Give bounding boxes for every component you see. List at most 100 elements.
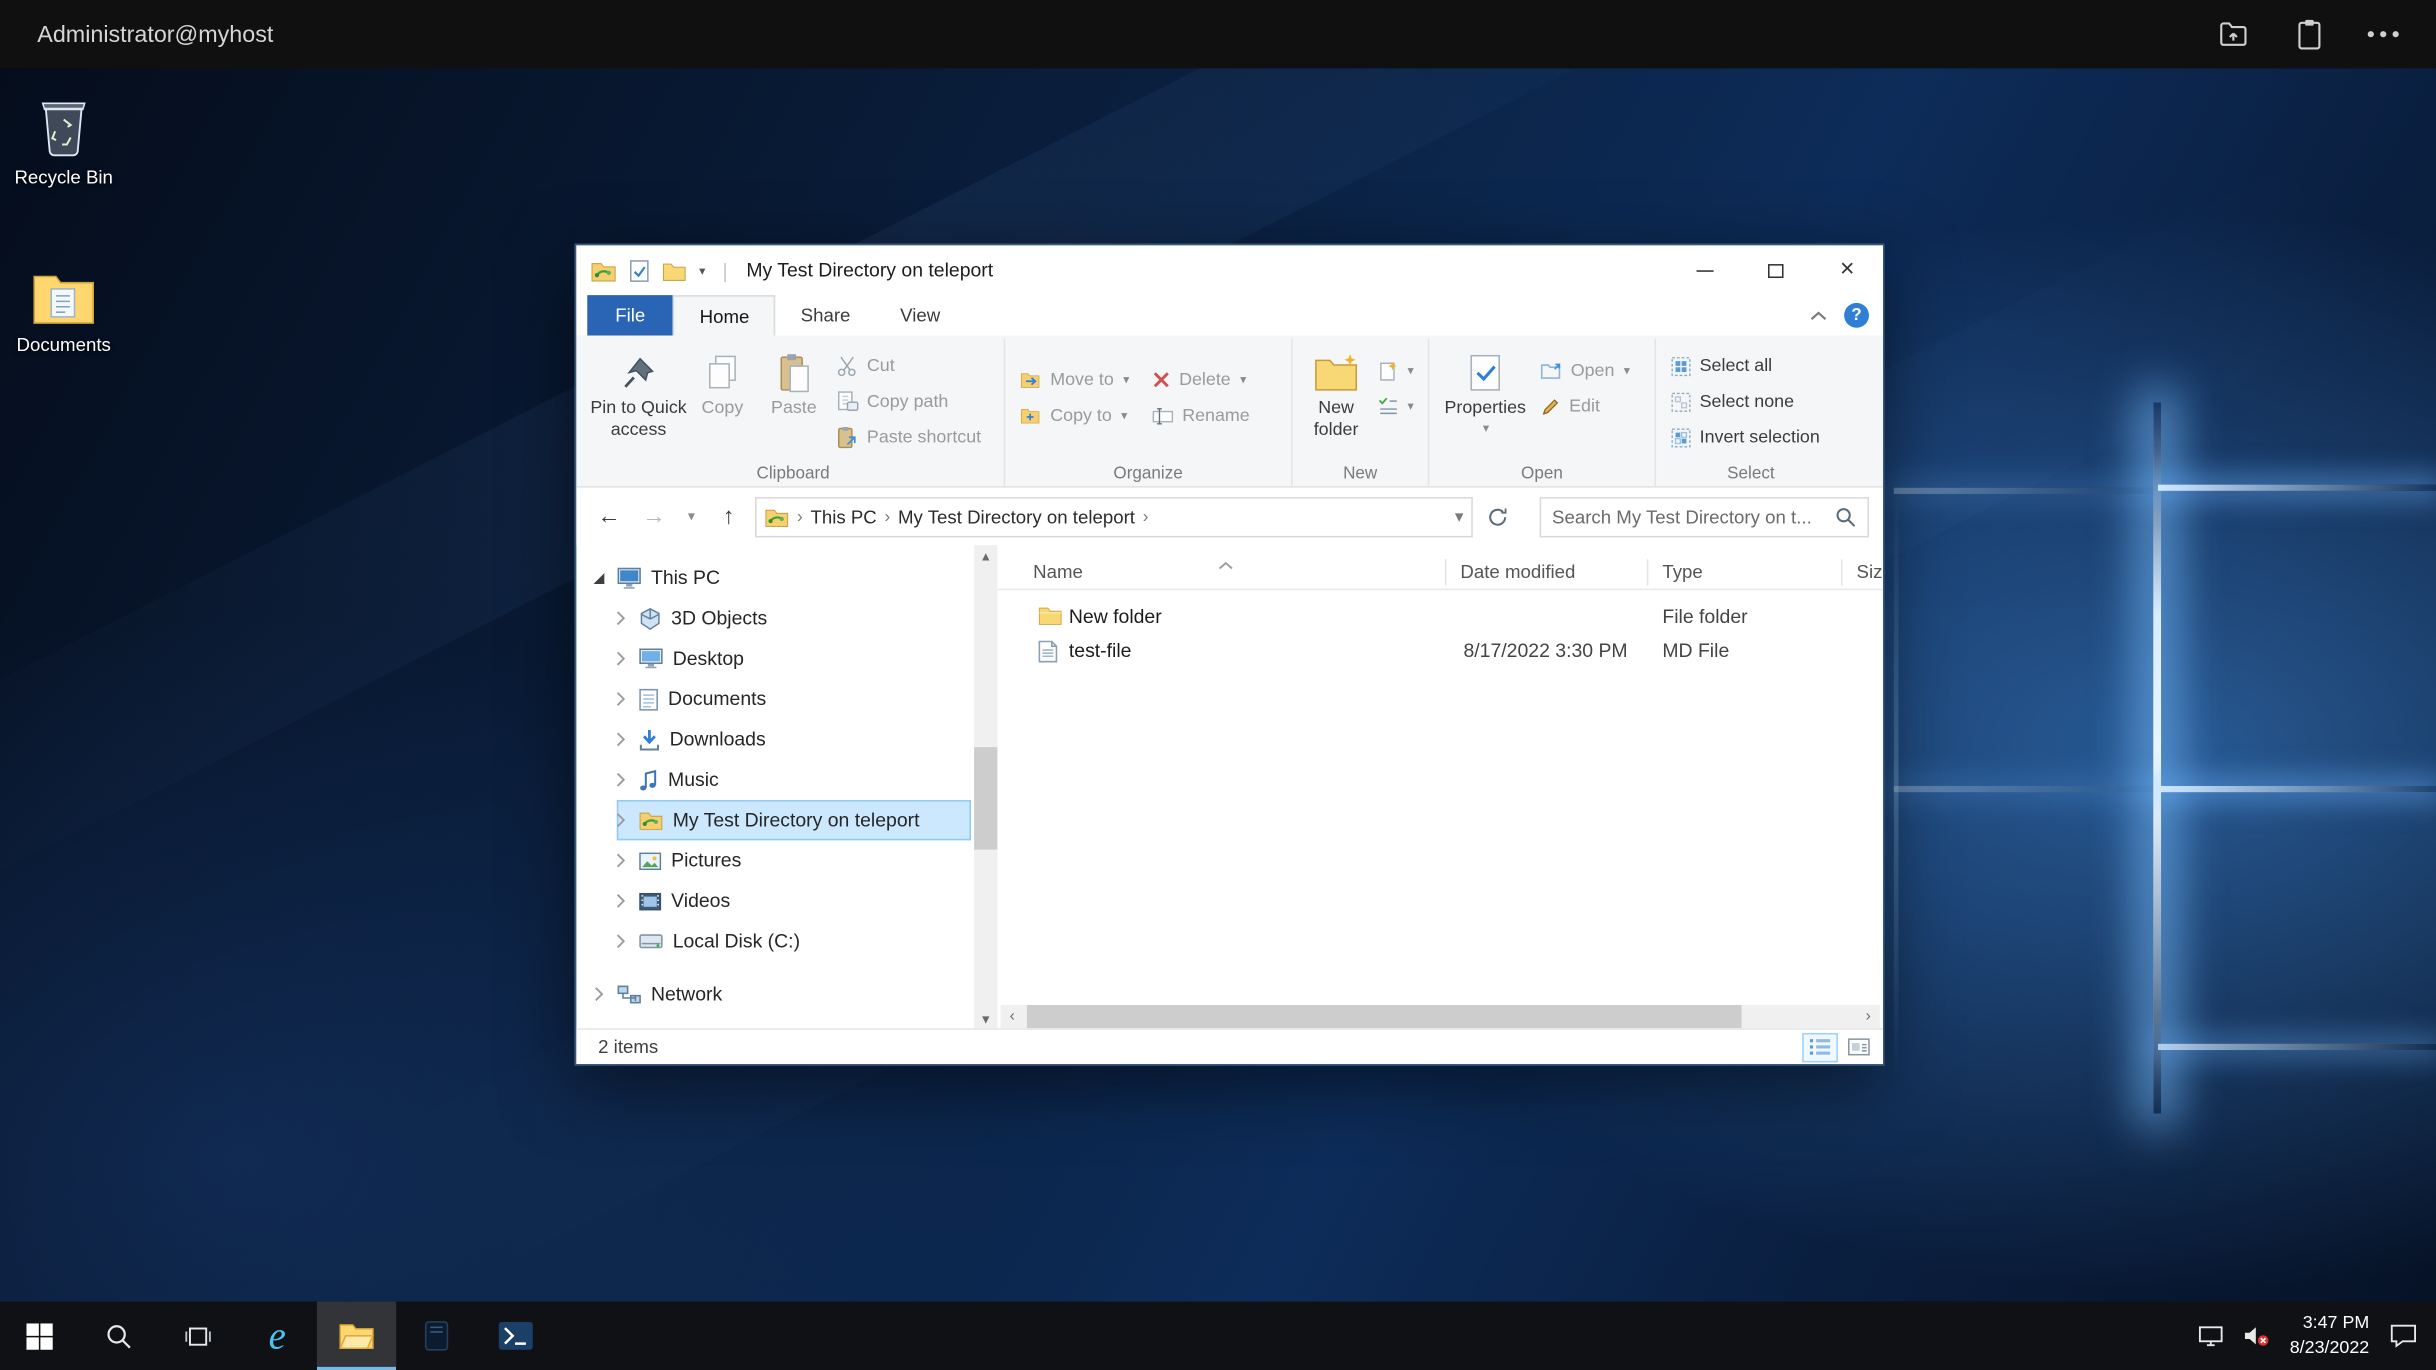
paste-button[interactable]: Paste: [758, 342, 829, 421]
collapsed-chevron-icon[interactable]: [612, 934, 629, 950]
breadcrumb-chevron-icon[interactable]: ›: [885, 507, 891, 526]
scrollbar-thumb[interactable]: [974, 747, 997, 850]
tray-volume-muted-icon[interactable]: [2243, 1325, 2269, 1347]
task-view-button[interactable]: [158, 1302, 237, 1370]
minimize-button[interactable]: [1669, 245, 1740, 295]
file-row-new-folder[interactable]: New folder File folder: [997, 601, 1883, 635]
search-box[interactable]: [1540, 496, 1869, 536]
close-button[interactable]: ×: [1811, 245, 1882, 295]
column-header-date-modified[interactable]: Date modified: [1460, 561, 1575, 583]
column-header-name[interactable]: Name: [1033, 561, 1083, 583]
copy-path-button[interactable]: Copy path: [830, 385, 988, 418]
nav-item-documents[interactable]: Documents: [576, 679, 974, 719]
desktop-icon-documents[interactable]: Documents: [2, 249, 126, 356]
edit-button[interactable]: Edit: [1533, 390, 1636, 423]
scroll-right-icon[interactable]: ›: [1857, 1005, 1880, 1028]
nav-item-desktop[interactable]: Desktop: [576, 638, 974, 678]
nav-item-music[interactable]: Music: [576, 760, 974, 800]
tab-view[interactable]: View: [875, 295, 965, 335]
scrollbar-thumb[interactable]: [1027, 1005, 1742, 1028]
scroll-up-icon[interactable]: ▲: [974, 545, 997, 568]
tray-display-icon[interactable]: [2198, 1325, 2223, 1347]
powershell-button[interactable]: [475, 1302, 554, 1370]
address-bar[interactable]: › This PC › My Test Directory on telepor…: [755, 496, 1473, 536]
breadcrumb-chevron-icon[interactable]: ›: [1143, 507, 1149, 526]
taskbar-clock[interactable]: 3:47 PM 8/23/2022: [2290, 1311, 2370, 1361]
horizontal-scrollbar[interactable]: ‹ ›: [1001, 1005, 1880, 1028]
nav-item-this-pc[interactable]: This PC: [576, 558, 974, 598]
delete-button[interactable]: Delete ▾: [1145, 363, 1256, 396]
nav-item-videos[interactable]: Videos: [576, 881, 974, 921]
collapsed-chevron-icon[interactable]: [612, 853, 629, 869]
window-system-icon[interactable]: [590, 259, 616, 282]
maximize-button[interactable]: [1740, 245, 1811, 295]
scrollbar-track[interactable]: [1024, 1005, 1857, 1028]
collapsed-chevron-icon[interactable]: [590, 986, 607, 1002]
refresh-button[interactable]: [1481, 506, 1515, 528]
nav-item-downloads[interactable]: Downloads: [576, 719, 974, 759]
copy-to-button[interactable]: Copy to ▾: [1013, 399, 1136, 432]
more-options-icon[interactable]: [2368, 31, 2399, 37]
help-icon[interactable]: ?: [1844, 303, 1869, 328]
recent-locations-chevron-icon[interactable]: ▾: [680, 508, 702, 525]
internet-explorer-button[interactable]: e: [238, 1302, 317, 1370]
collapsed-chevron-icon[interactable]: [612, 651, 629, 667]
collapse-ribbon-icon[interactable]: [1810, 310, 1827, 321]
details-view-button[interactable]: [1802, 1032, 1838, 1062]
nav-item-3d-objects[interactable]: 3D Objects: [576, 598, 974, 638]
dark-app-button[interactable]: [396, 1302, 475, 1370]
address-dropdown-chevron-icon[interactable]: ▾: [1455, 506, 1464, 526]
title-bar[interactable]: ▾ | My Test Directory on teleport ×: [576, 245, 1883, 295]
qat-new-folder-icon[interactable]: [662, 260, 687, 280]
search-input[interactable]: [1552, 506, 1827, 528]
up-button[interactable]: ↑: [710, 503, 747, 529]
open-button[interactable]: Open ▾: [1533, 354, 1636, 387]
rename-button[interactable]: Rename: [1145, 399, 1256, 432]
qat-properties-icon[interactable]: [629, 259, 649, 282]
tab-share[interactable]: Share: [776, 295, 875, 335]
search-icon[interactable]: [1835, 506, 1857, 528]
taskbar-search-button[interactable]: [79, 1302, 158, 1370]
back-button[interactable]: ←: [590, 503, 627, 529]
expanded-chevron-icon[interactable]: [590, 571, 607, 585]
breadcrumb-current-folder[interactable]: My Test Directory on teleport: [898, 506, 1135, 528]
large-icons-view-button[interactable]: [1841, 1032, 1877, 1062]
breadcrumb-chevron-icon[interactable]: ›: [797, 507, 803, 526]
desktop-icon-recycle-bin[interactable]: Recycle Bin: [2, 81, 126, 188]
new-folder-button[interactable]: New folder: [1300, 342, 1371, 442]
column-header-size[interactable]: Size: [1857, 561, 1883, 583]
pin-to-quick-access-button[interactable]: Pin to Quick access: [590, 342, 686, 442]
paste-shortcut-button[interactable]: Paste shortcut: [830, 421, 988, 454]
clipboard-icon[interactable]: [2295, 17, 2325, 51]
tab-home[interactable]: Home: [673, 295, 776, 335]
nav-item-network[interactable]: Network: [576, 974, 974, 1014]
cut-button[interactable]: Cut: [830, 349, 988, 382]
scroll-left-icon[interactable]: ‹: [1001, 1005, 1024, 1028]
nav-item-pictures[interactable]: Pictures: [576, 840, 974, 880]
new-item-button[interactable]: ▾: [1372, 354, 1420, 387]
qat-customize-chevron-icon[interactable]: ▾: [699, 263, 705, 277]
copy-button[interactable]: Copy: [687, 342, 758, 421]
column-header-type[interactable]: Type: [1662, 561, 1702, 583]
invert-selection-button[interactable]: Invert selection: [1664, 421, 1826, 454]
navigation-scrollbar[interactable]: ▲ ▼: [974, 545, 997, 1031]
move-to-button[interactable]: Move to ▾: [1013, 363, 1136, 396]
start-button[interactable]: [0, 1302, 79, 1370]
forward-button[interactable]: →: [635, 503, 672, 529]
nav-item-local-disk-c[interactable]: Local Disk (C:): [576, 921, 974, 961]
file-row-test-file[interactable]: test-file 8/17/2022 3:30 PM MD File: [997, 635, 1883, 669]
collapsed-chevron-icon[interactable]: [612, 732, 629, 748]
collapsed-chevron-icon[interactable]: [612, 812, 629, 828]
tab-file[interactable]: File: [587, 295, 673, 335]
collapsed-chevron-icon[interactable]: [612, 772, 629, 788]
file-transfer-icon[interactable]: [2217, 17, 2251, 51]
easy-access-button[interactable]: ▾: [1372, 390, 1420, 423]
collapsed-chevron-icon[interactable]: [612, 610, 629, 626]
action-center-icon[interactable]: [2389, 1323, 2417, 1348]
properties-button[interactable]: Properties ▾: [1437, 342, 1533, 435]
collapsed-chevron-icon[interactable]: [612, 691, 629, 707]
select-none-button[interactable]: Select none: [1664, 385, 1826, 418]
select-all-button[interactable]: Select all: [1664, 349, 1826, 382]
collapsed-chevron-icon[interactable]: [612, 893, 629, 909]
nav-item-my-test-directory[interactable]: My Test Directory on teleport: [576, 800, 974, 840]
